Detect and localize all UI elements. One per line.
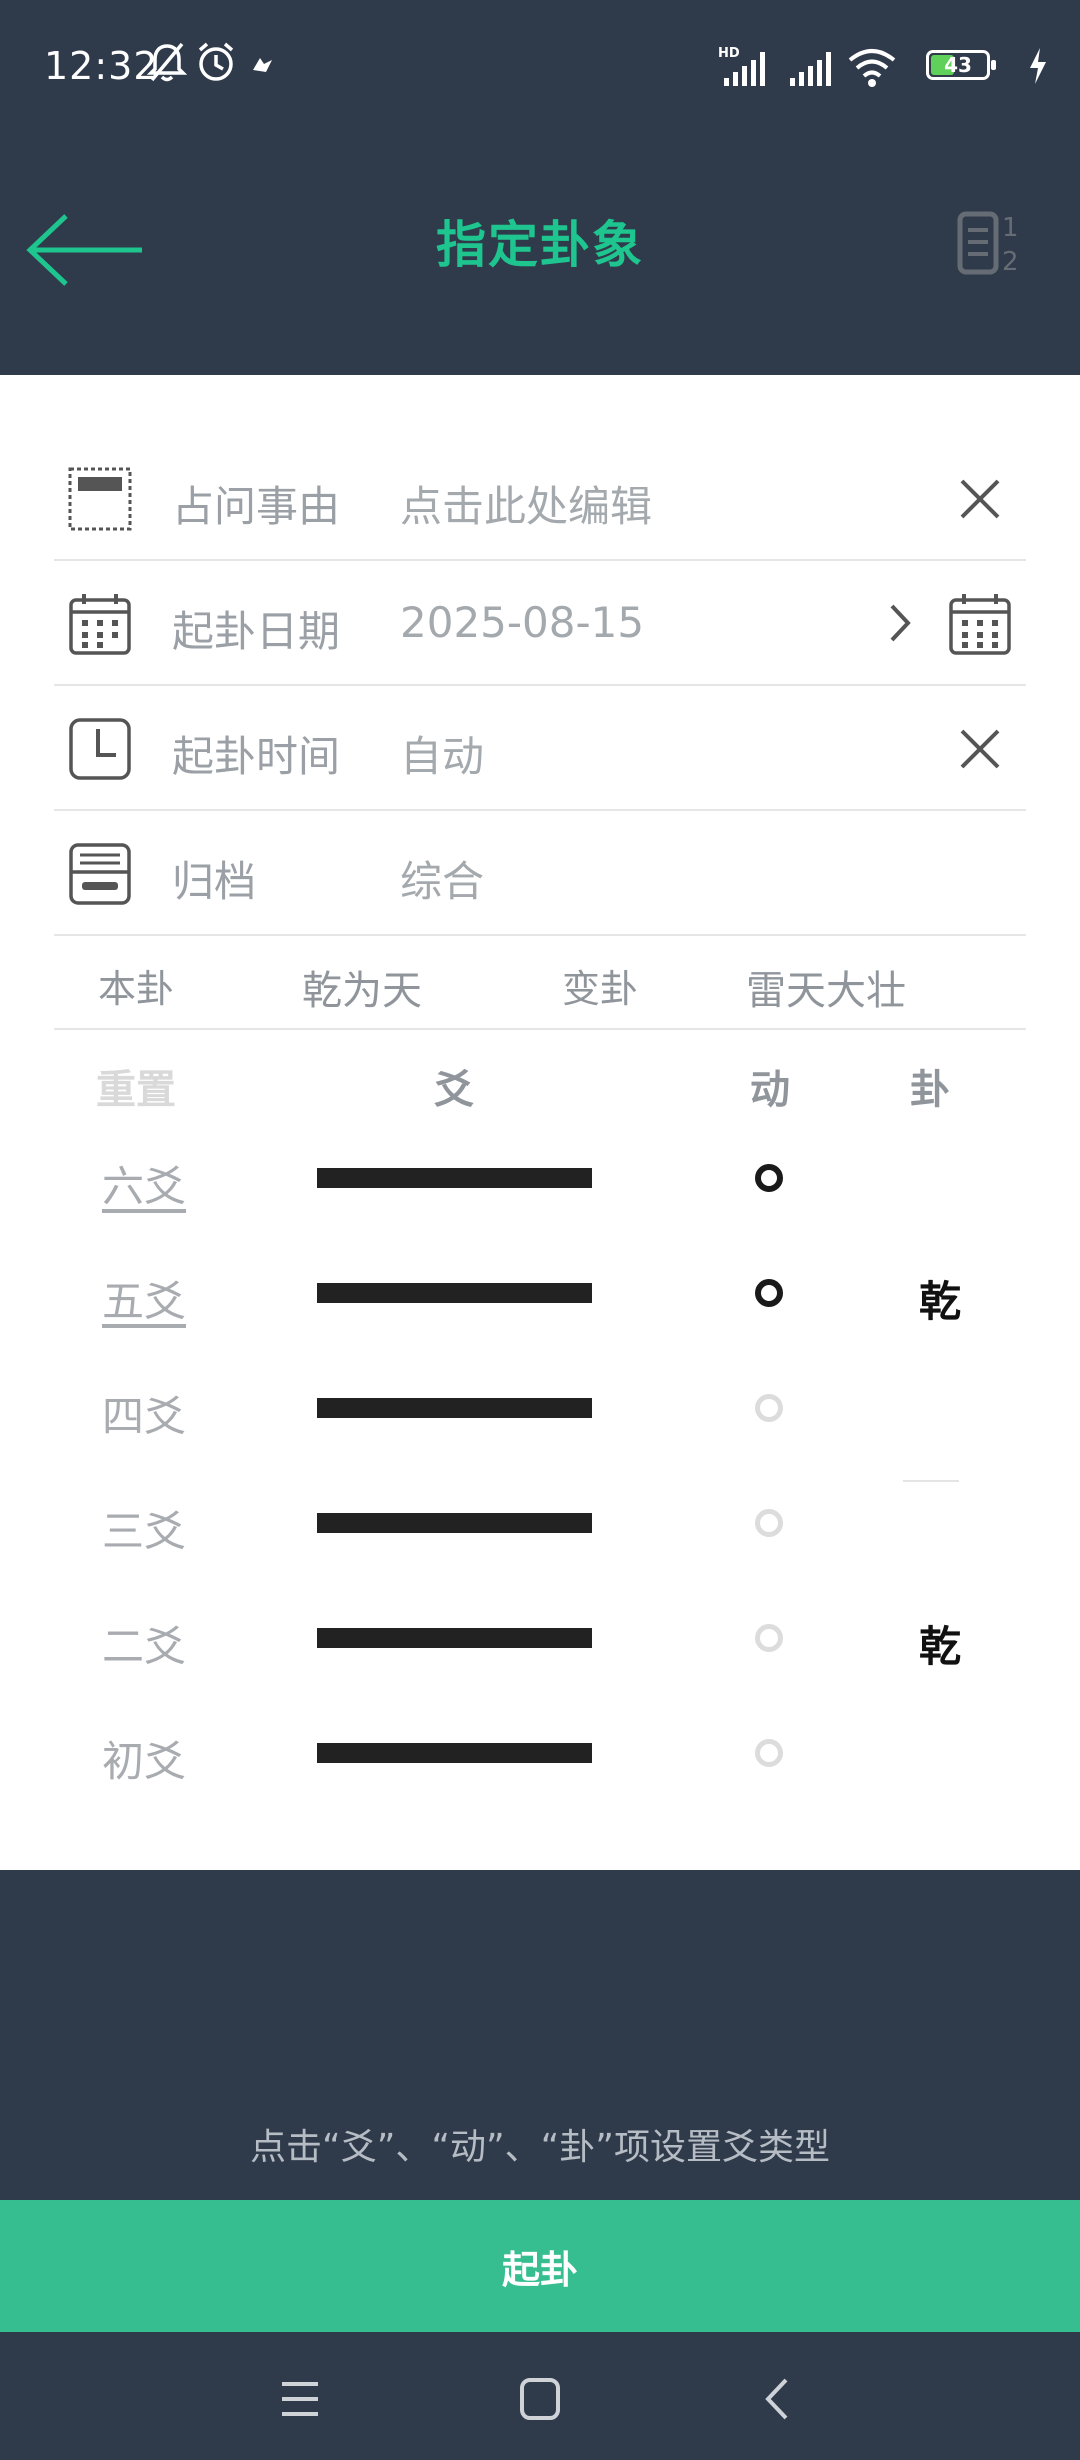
moving-marker-1[interactable] [755, 1739, 783, 1767]
date-row[interactable]: 起卦日期 2025-08-15 [54, 560, 1026, 686]
lower-trigram[interactable]: 乾 [910, 1613, 970, 1674]
hd-signal-icon: HD [718, 46, 765, 86]
reason-input[interactable]: 点击此处编辑 [400, 473, 652, 534]
calendar-picker-icon[interactable] [948, 592, 1012, 656]
clock-icon [69, 718, 131, 780]
dong-header[interactable]: 动 [750, 1057, 790, 1115]
clear-reason-icon[interactable] [948, 467, 1012, 531]
yao-name-4[interactable]: 四爻 [102, 1383, 186, 1444]
moving-marker-2[interactable] [755, 1624, 783, 1652]
time-label: 起卦时间 [172, 732, 341, 781]
app-notification-icon [253, 58, 272, 72]
charging-icon [1030, 48, 1046, 84]
svg-text:2: 2 [1002, 247, 1019, 277]
reset-button[interactable]: 重置 [96, 1057, 176, 1115]
wifi-icon [848, 49, 896, 87]
battery-icon: 43 [926, 50, 996, 80]
yao-name-3[interactable]: 三爻 [102, 1498, 186, 1559]
archive-label: 归档 [172, 857, 257, 906]
yao-name-2[interactable]: 二爻 [102, 1613, 186, 1674]
time-row[interactable]: 起卦时间 自动 [54, 685, 1026, 811]
battery-level: 43 [944, 53, 972, 77]
yao-line-1[interactable] [317, 1743, 592, 1763]
gua-header[interactable]: 卦 [910, 1057, 950, 1115]
start-divination-button[interactable]: 起卦 [0, 2200, 1080, 2332]
bian-gua-label: 变卦 [562, 967, 639, 1011]
yao-line-6[interactable] [317, 1168, 592, 1188]
menu-icon[interactable] [270, 2372, 330, 2426]
status-time: 12:32 [44, 44, 159, 88]
reason-label: 占问事由 [172, 482, 341, 531]
clear-time-icon[interactable] [948, 717, 1012, 781]
calendar-icon [69, 594, 131, 655]
back-nav-icon[interactable] [750, 2372, 810, 2426]
system-nav-bar [0, 2332, 1080, 2460]
gua-summary-row: 本卦 乾为天 变卦 雷天大壮 [54, 932, 1026, 1030]
ben-gua-value: 乾为天 [302, 968, 422, 1014]
archive-row[interactable]: 归档 综合 [54, 810, 1026, 936]
yao-name-6[interactable]: 六爻 [102, 1153, 186, 1214]
date-label: 起卦日期 [172, 607, 341, 656]
yao-line-5[interactable] [317, 1283, 592, 1303]
svg-text:1: 1 [1002, 213, 1019, 243]
app-header: 指定卦象 1 2 [0, 130, 1080, 375]
note-field-icon [68, 467, 132, 531]
time-value[interactable]: 自动 [400, 723, 484, 784]
status-bar: 12:32 HD 43 [0, 0, 1080, 130]
moving-marker-6[interactable] [755, 1164, 783, 1192]
ben-gua-label: 本卦 [98, 967, 175, 1011]
hint-text: 点击“爻”、“动”、“卦”项设置爻类型 [250, 2127, 830, 2168]
svg-text:HD: HD [718, 46, 740, 61]
date-value[interactable]: 2025-08-15 [400, 598, 644, 647]
chevron-right-icon[interactable] [880, 598, 920, 648]
moving-marker-5[interactable] [755, 1279, 783, 1307]
yao-name-5[interactable]: 五爻 [102, 1268, 186, 1329]
moving-marker-4[interactable] [755, 1394, 783, 1422]
document-number-icon[interactable]: 1 2 [956, 208, 1026, 288]
archive-value[interactable]: 综合 [400, 848, 484, 909]
bell-off-icon [146, 42, 188, 82]
yao-name-1[interactable]: 初爻 [102, 1728, 186, 1789]
main-card: 占问事由 点击此处编辑 起卦日期 2025-08-15 起卦时间 自动 归档 综… [0, 375, 1080, 1870]
alarm-icon [198, 42, 234, 81]
yao-header[interactable]: 爻 [434, 1057, 474, 1115]
moving-marker-3[interactable] [755, 1509, 783, 1537]
page-title: 指定卦象 [436, 216, 644, 274]
yao-line-3[interactable] [317, 1513, 592, 1533]
signal-icon [790, 52, 831, 86]
yao-line-2[interactable] [317, 1628, 592, 1648]
upper-trigram[interactable]: 乾 [910, 1268, 970, 1329]
bian-gua-value: 雷天大壮 [746, 968, 906, 1014]
archive-box-icon [69, 843, 131, 905]
reason-row[interactable]: 占问事由 点击此处编辑 [54, 435, 1026, 561]
home-icon[interactable] [510, 2372, 570, 2426]
trigram-divider [903, 1480, 959, 1482]
yao-line-4[interactable] [317, 1398, 592, 1418]
